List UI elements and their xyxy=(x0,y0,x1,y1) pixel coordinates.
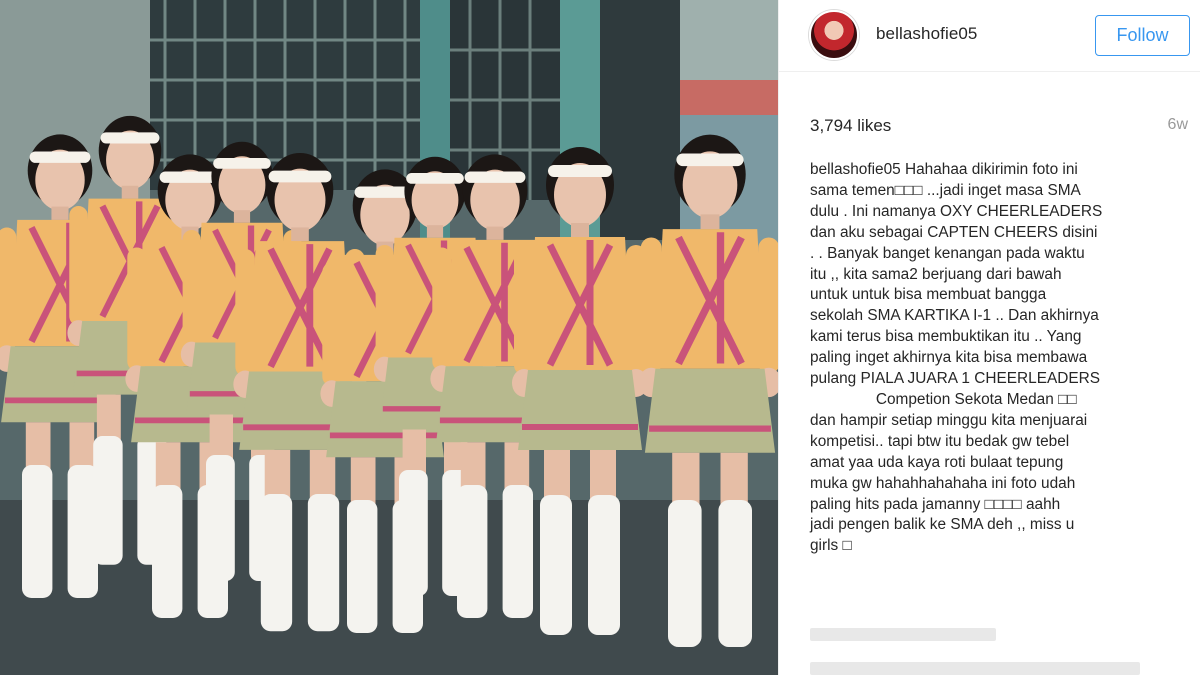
post-caption: bellashofie05 Hahahaa dikirimin foto ini… xyxy=(810,160,1182,557)
blurred-comment xyxy=(810,662,1140,675)
post-photo xyxy=(0,0,778,675)
blurred-comment xyxy=(810,628,996,641)
username-link[interactable]: bellashofie05 xyxy=(876,24,978,44)
avatar[interactable] xyxy=(809,10,859,60)
caption-text: Hahahaa dikirimin foto ini sama temen□□□… xyxy=(810,161,1103,555)
caption-username[interactable]: bellashofie05 xyxy=(810,161,901,178)
post-sidebar: bellashofie05 Follow 3,794 likes 6w bell… xyxy=(778,0,1200,675)
cheerleaders-photo xyxy=(0,0,778,675)
follow-button[interactable]: Follow xyxy=(1095,15,1190,56)
post-header: bellashofie05 Follow xyxy=(779,0,1200,72)
likes-count[interactable]: 3,794 likes xyxy=(810,116,891,136)
post-age[interactable]: 6w xyxy=(1168,116,1188,134)
